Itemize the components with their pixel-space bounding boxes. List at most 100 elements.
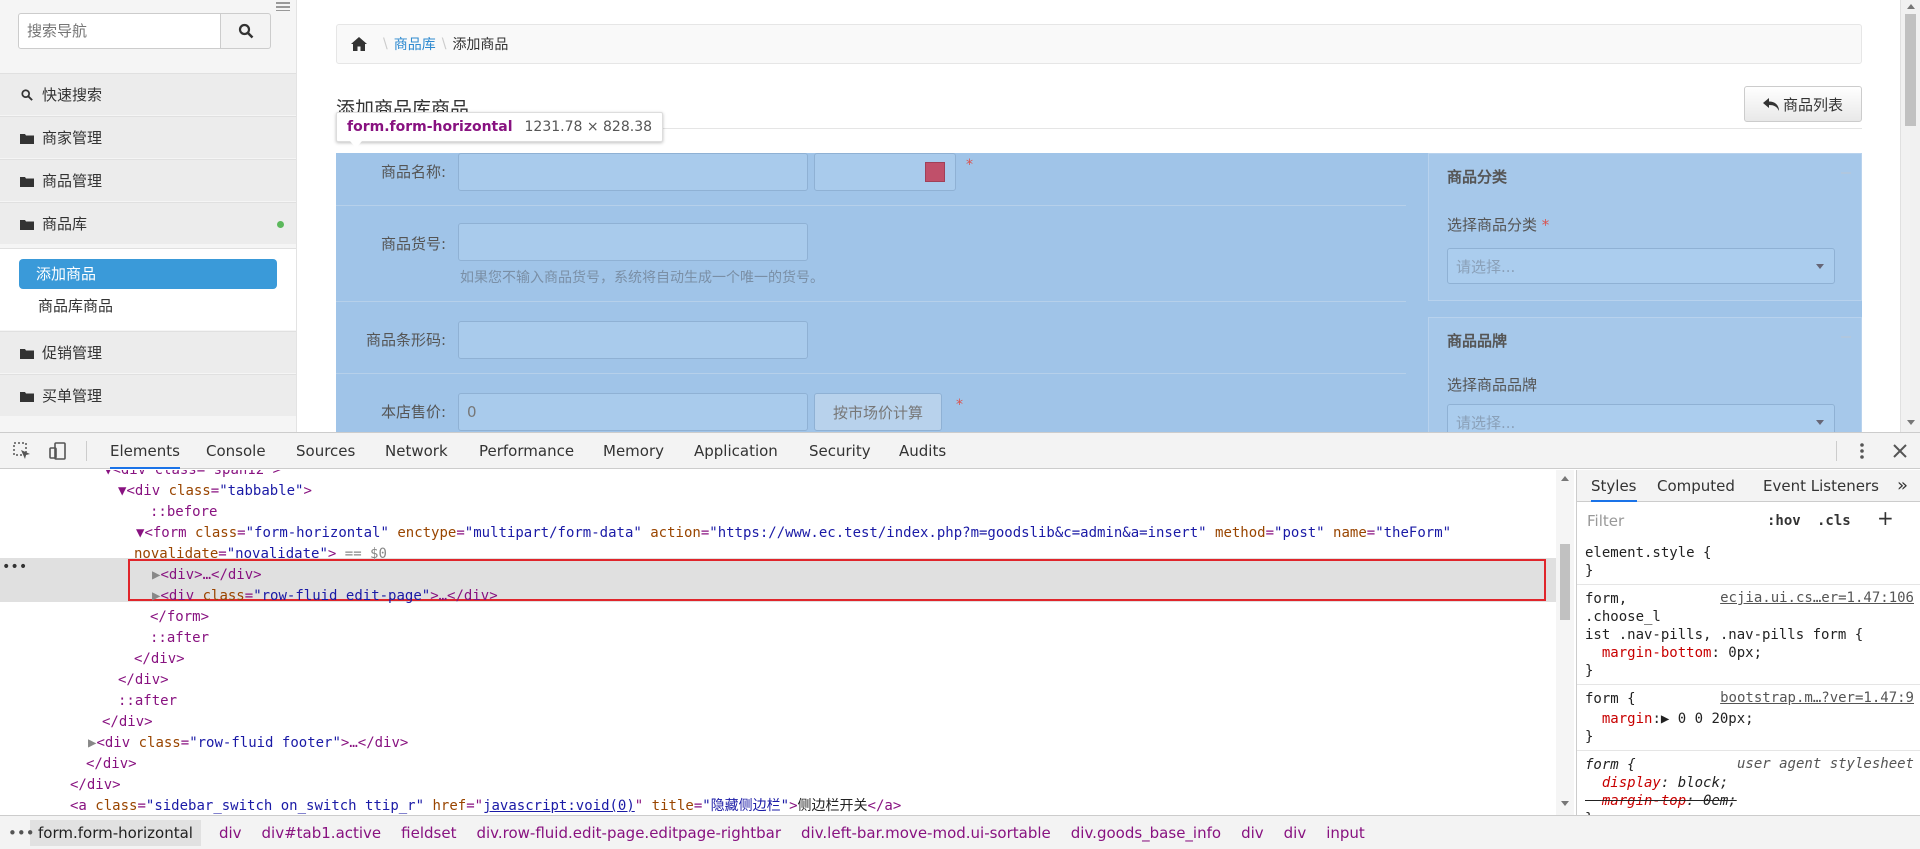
scrollbar-thumb[interactable] [1905, 14, 1916, 126]
scrollbar-thumb[interactable] [1560, 544, 1570, 620]
submenu-item-goodslib-goods[interactable]: 商品库商品 [38, 295, 113, 317]
tab-event-listeners[interactable]: Event Listeners [1763, 470, 1879, 502]
dom-node[interactable]: ▶<div>…</div> [152, 565, 262, 586]
tab-security[interactable]: Security [809, 433, 871, 469]
crumb-item[interactable]: input [1326, 824, 1365, 842]
crumb-item[interactable]: div [219, 824, 242, 842]
dom-node-selected[interactable]: ▼<form class="form-horizontal" enctype="… [136, 523, 1451, 544]
scroll-up-icon[interactable] [1561, 476, 1569, 481]
crumb-item[interactable]: form.form-horizontal [30, 819, 201, 846]
sidebar-item-promotion[interactable]: 促销管理 [0, 331, 296, 373]
rule-source-link[interactable]: bootstrap.m…?ver=1.47:9 [1720, 690, 1914, 706]
crumb-item[interactable]: div [1284, 824, 1307, 842]
sidebar-item-quick-search[interactable]: 快速搜索 [0, 73, 296, 115]
element-style-rule[interactable]: element.style { [1585, 544, 1711, 562]
class-toggle[interactable]: .cls [1817, 508, 1851, 534]
tab-console[interactable]: Console [206, 433, 266, 469]
page-scrollbar[interactable] [1900, 0, 1920, 432]
breadcrumb-current: 添加商品 [452, 37, 509, 53]
crumb-item[interactable]: div.row-fluid.edit-page.editpage-rightba… [476, 824, 781, 842]
goods-sn-input[interactable] [458, 223, 808, 261]
tooltip-size: 1231.78 × 828.38 [524, 119, 653, 135]
color-swatch[interactable] [925, 162, 945, 182]
sidebar-item-goodslib[interactable]: 商品库 [0, 202, 296, 244]
dom-node[interactable]: </div> [134, 649, 185, 670]
inspect-element-icon[interactable] [12, 441, 32, 461]
collapse-icon[interactable] [1841, 336, 1851, 338]
dom-node[interactable]: ▶<div class="row-fluid edit-page">…</div… [152, 586, 498, 607]
crumb-item[interactable]: div.goods_base_info [1071, 824, 1221, 842]
dom-node[interactable]: </div> [118, 670, 169, 691]
device-toolbar-icon[interactable] [48, 441, 68, 461]
sidebar-item-quickpay[interactable]: 买单管理 [0, 374, 296, 416]
hover-state-toggle[interactable]: :hov [1767, 508, 1801, 534]
dom-node[interactable]: ▶<div class="row-fluid footer">…</div> [88, 733, 408, 754]
css-declaration[interactable]: margin-bottom: 0px; [1585, 644, 1762, 662]
goods-name-style-select[interactable] [814, 153, 956, 191]
crumb-item[interactable]: div.left-bar.move-mod.ui-sortable [801, 824, 1051, 842]
dom-node-text: <div class="span12"> [112, 470, 282, 478]
tab-sources[interactable]: Sources [296, 433, 355, 469]
tab-network[interactable]: Network [385, 433, 448, 469]
tab-application[interactable]: Application [694, 433, 778, 469]
goods-name-label: 商品名称: [380, 163, 446, 181]
brand-select[interactable]: 请选择... [1447, 404, 1835, 432]
sidebar-item-goods[interactable]: 商品管理 [0, 159, 296, 201]
dom-node[interactable]: ▼<div class="span12"> [104, 470, 281, 481]
more-options-icon[interactable] [1852, 441, 1872, 461]
dom-node[interactable]: <a class="sidebar_switch on_switch ttip_… [70, 796, 901, 815]
styles-filter-input[interactable]: Filter [1583, 508, 1763, 534]
more-crumbs-icon[interactable]: ••• [8, 824, 35, 842]
search-button[interactable] [221, 13, 271, 49]
dom-node[interactable]: ▼<div class="tabbable"> [118, 481, 312, 502]
dom-node[interactable]: </form> [150, 607, 209, 628]
category-label: 选择商品分类 * [1447, 216, 1550, 234]
tab-audits[interactable]: Audits [899, 433, 946, 469]
scroll-down-icon[interactable] [1561, 801, 1569, 806]
rule-source-link[interactable]: ecjia.ui.cs…er=1.47:106 [1720, 590, 1914, 606]
dom-node[interactable]: </div> [86, 754, 137, 775]
dom-node[interactable]: ::after [150, 628, 209, 649]
tab-elements[interactable]: Elements [110, 433, 180, 469]
dom-scrollbar[interactable] [1556, 470, 1574, 815]
goods-sn-help: 如果您不输入商品货号，系统将自动生成一个唯一的货号。 [460, 270, 824, 286]
rule-close: } [1585, 563, 1594, 579]
crumb-item[interactable]: div [1241, 824, 1264, 842]
tab-memory[interactable]: Memory [603, 433, 664, 469]
goods-name-input[interactable] [458, 153, 808, 191]
category-select[interactable]: 请选择... [1447, 248, 1835, 284]
breadcrumb-link-goodslib[interactable]: 商品库 [394, 34, 436, 54]
brand-select-value: 请选择... [1456, 413, 1516, 432]
main-content: \ 商品库 \ 添加商品 添加商品库商品 商品列表 商品名称: * 商品货号: … [298, 0, 1896, 432]
rule-selector: form { [1585, 757, 1636, 773]
search-input[interactable] [18, 13, 221, 49]
sidebar-toggle-icon[interactable] [274, 0, 292, 12]
dom-node[interactable]: </div> [102, 712, 153, 733]
collapse-icon[interactable] [1841, 172, 1851, 174]
submenu-item-add-goods[interactable]: 添加商品 [19, 259, 277, 289]
node-actions-icon[interactable]: ••• [2, 559, 27, 575]
css-declaration[interactable]: margin:▶ 0 0 20px; [1585, 710, 1754, 728]
crumb-item[interactable]: fieldset [401, 824, 456, 842]
goods-barcode-input[interactable] [458, 321, 808, 359]
sidebar-item-label: 商品库 [42, 215, 88, 233]
close-icon[interactable] [1890, 441, 1910, 461]
dom-node[interactable]: ::before [150, 502, 217, 523]
sidebar-item-merchant[interactable]: 商家管理 [0, 116, 296, 158]
tab-computed[interactable]: Computed [1657, 470, 1735, 502]
new-rule-icon[interactable]: + [1877, 506, 1894, 530]
rule-close: } [1585, 729, 1594, 745]
tab-performance[interactable]: Performance [479, 433, 574, 469]
tab-styles[interactable]: Styles [1591, 470, 1637, 502]
folder-icon [20, 348, 34, 359]
scroll-up-icon[interactable] [1907, 4, 1915, 9]
shop-price-input[interactable]: 0 [458, 393, 808, 431]
crumb-item[interactable]: div#tab1.active [262, 824, 382, 842]
dom-node[interactable]: </div> [70, 775, 121, 796]
scroll-down-icon[interactable] [1907, 420, 1915, 425]
market-price-button[interactable]: 按市场价计算 [814, 393, 942, 431]
home-icon[interactable] [351, 37, 367, 51]
dom-node[interactable]: ::after [118, 691, 177, 712]
more-tabs-icon[interactable]: » [1897, 470, 1908, 502]
goods-list-button[interactable]: 商品列表 [1744, 86, 1862, 122]
